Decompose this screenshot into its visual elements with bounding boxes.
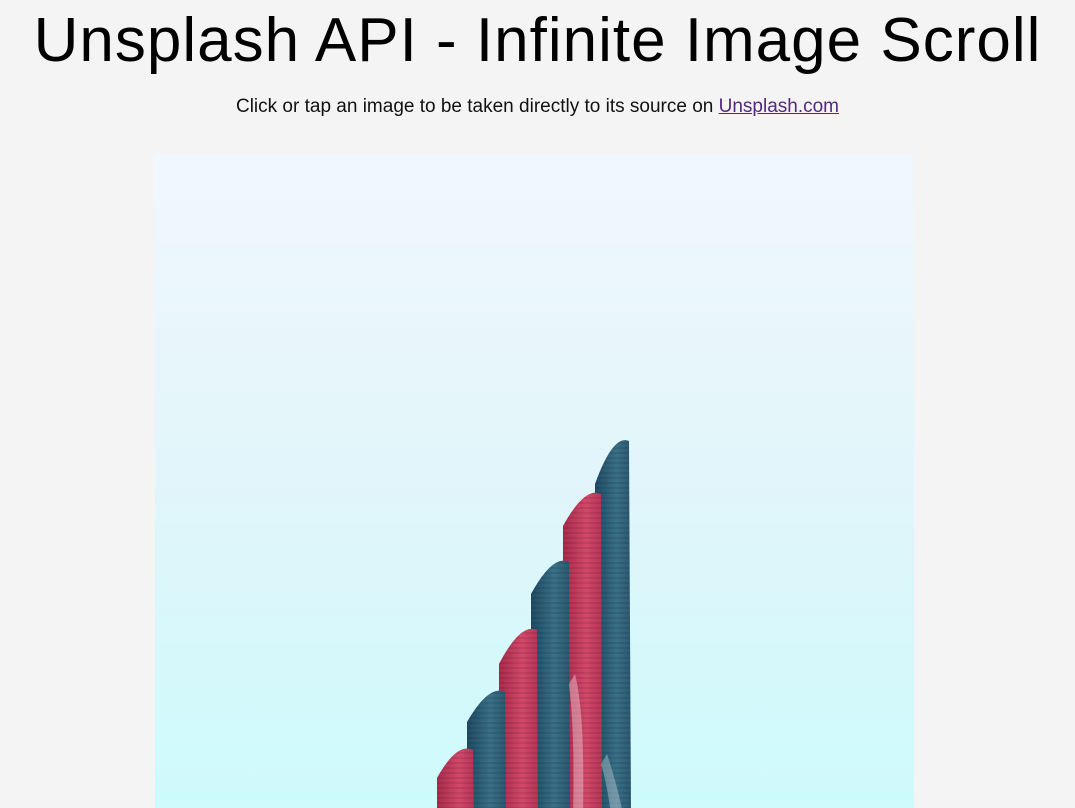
gallery-image[interactable] [155, 154, 914, 808]
building-photo [155, 154, 914, 808]
subtitle-text: Click or tap an image to be taken direct… [235, 96, 719, 117]
page-title: Unsplash API - Infinite Image Scroll [33, 6, 1042, 75]
subtitle: Click or tap an image to be taken direct… [0, 95, 1075, 119]
unsplash-link[interactable]: Unsplash.com [719, 96, 839, 117]
page: Unsplash API - Infinite Image Scroll Cli… [0, 0, 1075, 808]
